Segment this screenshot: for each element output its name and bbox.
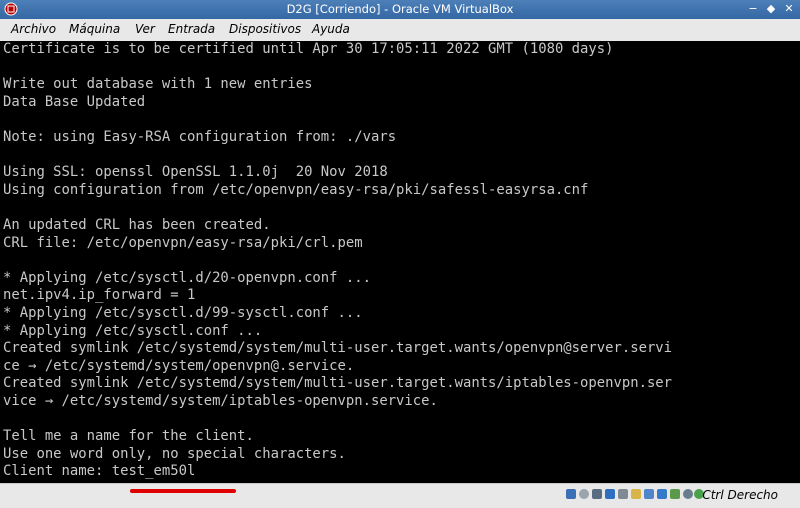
status-bar: Ctrl Derecho (0, 483, 800, 508)
host-key-label: Ctrl Derecho (702, 488, 778, 502)
terminal-line: Created symlink /etc/systemd/system/mult… (3, 340, 673, 357)
maximize-icon[interactable]: ◆ (764, 2, 778, 16)
terminal-line: * Applying /etc/sysctl.conf ... (3, 322, 263, 339)
terminal-line: * Applying /etc/sysctl.d/99-sysctl.conf … (3, 305, 363, 321)
vm-display[interactable]: Certificate is to be certified until Apr… (0, 41, 800, 483)
menu-ver[interactable]: Ver (135, 22, 155, 36)
mouse-integration-icon[interactable] (683, 489, 693, 499)
terminal-line: CRL file: /etc/openvpn/easy-rsa/pki/crl.… (3, 234, 363, 251)
terminal-line: Note: using Easy-RSA configuration from:… (3, 129, 397, 145)
terminal-line: An updated CRL has been created. (3, 217, 271, 233)
menu-ayuda[interactable]: Ayuda (312, 22, 350, 36)
terminal-line: ce → /etc/systemd/system/openvpn@.servic… (3, 357, 355, 374)
audio-icon[interactable] (592, 489, 602, 499)
terminal-line: vice → /etc/systemd/system/iptables-open… (3, 393, 438, 409)
optical-drive-icon[interactable] (579, 489, 589, 499)
window-titlebar[interactable]: D2G [Corriendo] - Oracle VM VirtualBox −… (0, 0, 800, 19)
window-title: D2G [Corriendo] - Oracle VM VirtualBox (286, 2, 514, 16)
display-icon[interactable] (644, 489, 654, 499)
menu-bar: Archivo Máquina Ver Entrada Dispositivos… (0, 19, 800, 42)
terminal-line: Data Base Updated (3, 93, 146, 110)
menu-dispositivos[interactable]: Dispositivos (229, 22, 301, 36)
minimize-icon[interactable]: − (746, 2, 760, 16)
hard-disk-icon[interactable] (566, 489, 576, 499)
terminal-line: Certificate is to be certified until Apr… (3, 41, 614, 57)
terminal-line: Using SSL: openssl OpenSSL 1.1.0j 20 Nov… (3, 164, 388, 181)
terminal-line: Write out database with 1 new entries (3, 76, 313, 93)
cpu-icon[interactable] (670, 489, 680, 499)
client-name-prompt: Client name: test_em50l (3, 463, 196, 480)
shared-folders-icon[interactable] (631, 489, 641, 499)
video-capture-icon[interactable] (657, 489, 667, 499)
highlight-underline (130, 489, 236, 493)
menu-entrada[interactable]: Entrada (168, 22, 215, 36)
menu-maquina[interactable]: Máquina (69, 22, 120, 36)
terminal-line: Tell me a name for the client. (3, 428, 254, 445)
usb-icon[interactable] (618, 489, 628, 499)
terminal-line: Created symlink /etc/systemd/system/mult… (3, 375, 673, 392)
terminal-line: Using configuration from /etc/openvpn/ea… (3, 181, 589, 198)
network-icon[interactable] (605, 489, 615, 499)
terminal-line: net.ipv4.ip_forward = 1 (3, 287, 196, 304)
terminal-line: Use one word only, no special characters… (3, 445, 346, 462)
menu-archivo[interactable]: Archivo (11, 22, 56, 36)
close-icon[interactable]: ✕ (782, 2, 796, 16)
terminal-line: * Applying /etc/sysctl.d/20-openvpn.conf… (3, 269, 371, 286)
